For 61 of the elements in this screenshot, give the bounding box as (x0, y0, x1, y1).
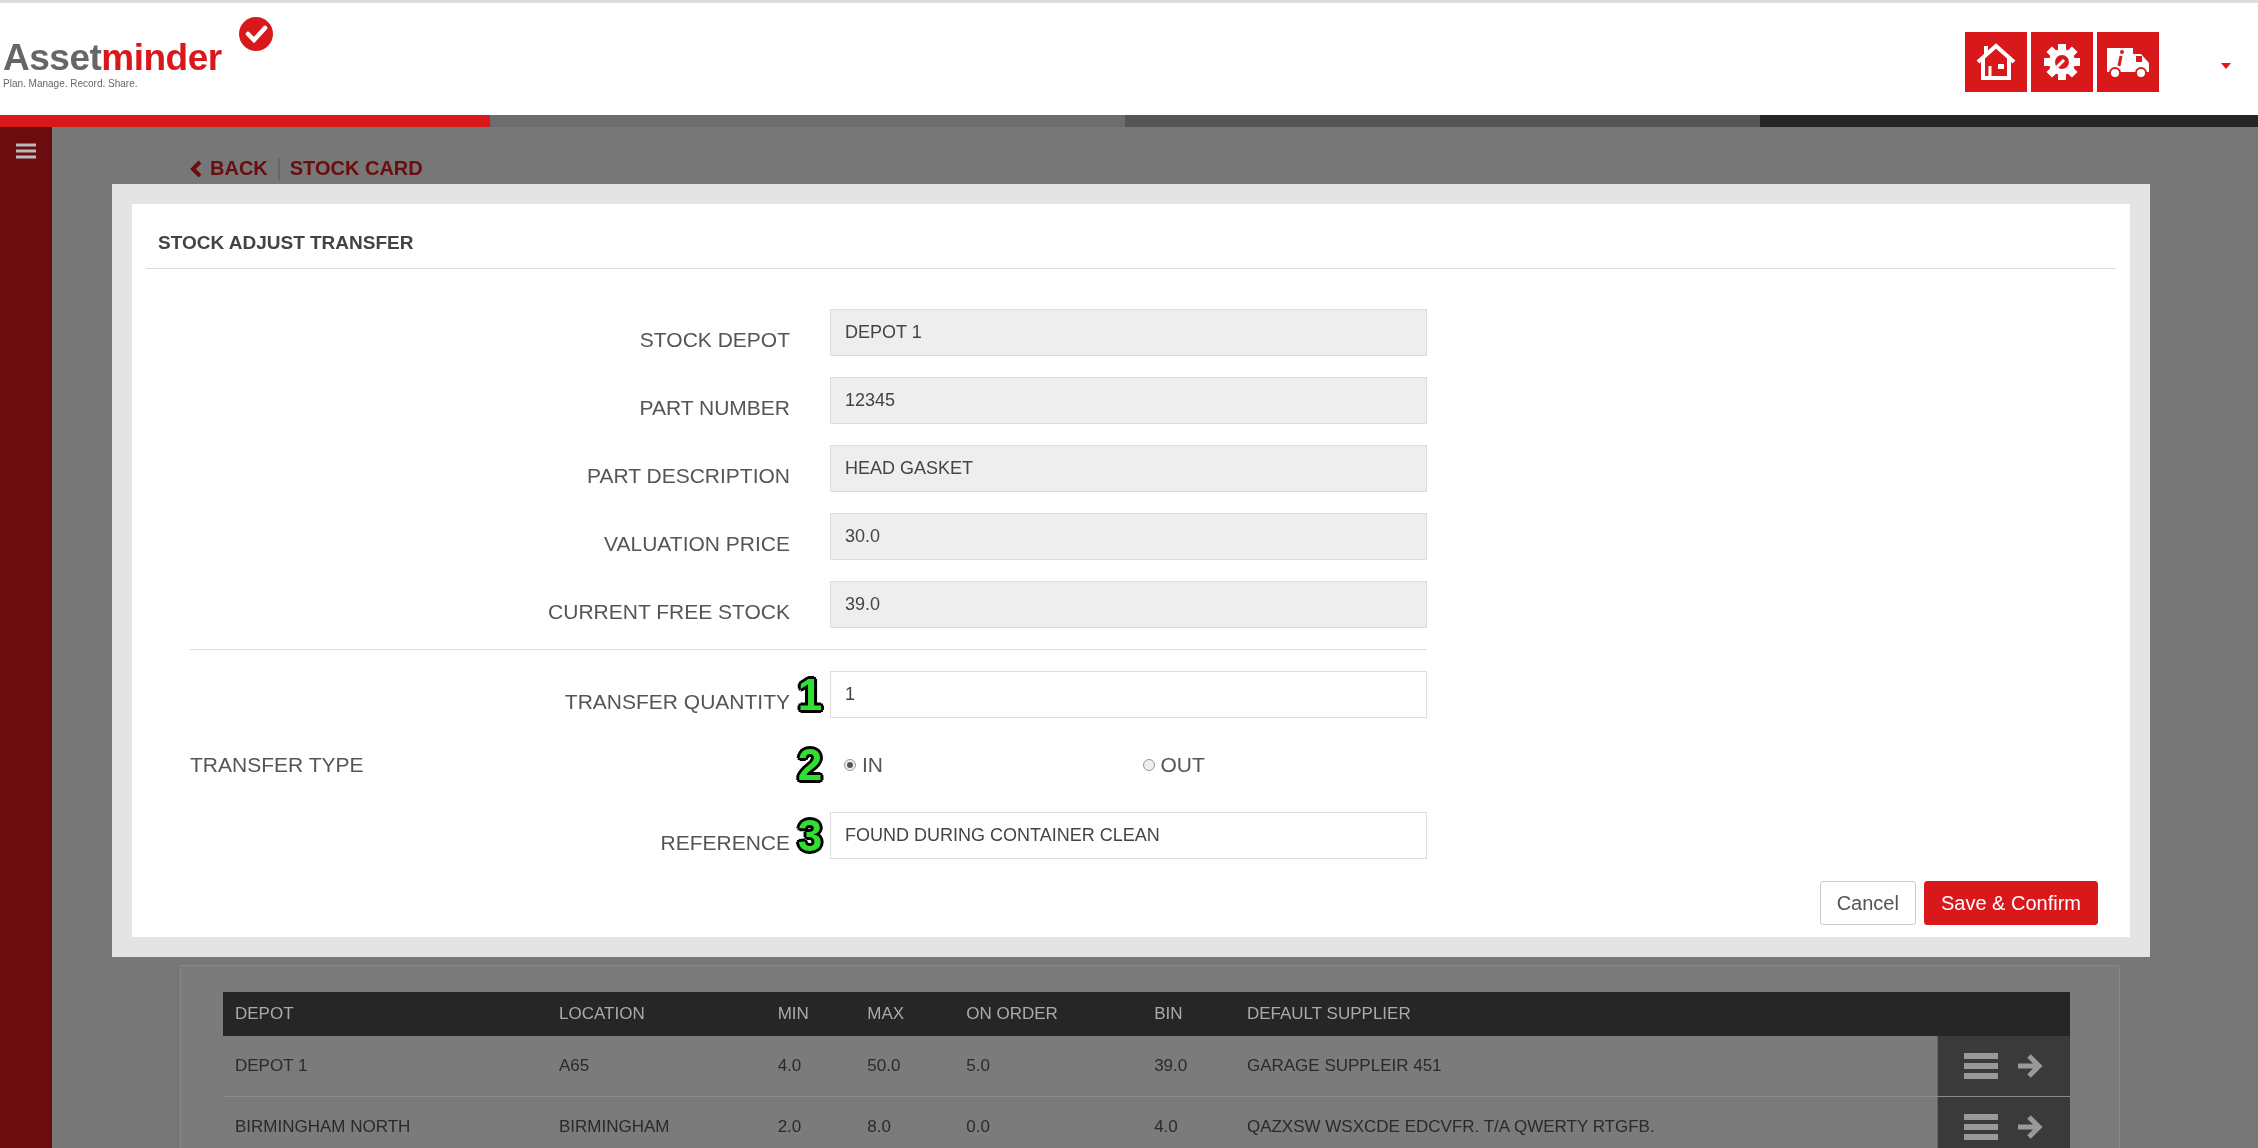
table-cell: 2.0 (765, 1096, 856, 1148)
number-marker: 2 (797, 743, 823, 787)
table-cell: 50.0 (855, 1036, 955, 1097)
house-icon (1974, 42, 2018, 82)
radio-label: OUT (1160, 753, 1205, 777)
radio-label: IN (862, 753, 883, 777)
field-label: CURRENT FREE STOCK (547, 598, 790, 624)
column-header: MIN (765, 992, 856, 1036)
column-header: LOCATION (547, 992, 766, 1036)
table-cell: 39.0 (1142, 1036, 1235, 1097)
truck-button[interactable] (2097, 32, 2159, 92)
arrow-right-icon[interactable] (2016, 1053, 2044, 1079)
save-button[interactable]: Save & Confirm (1923, 881, 2098, 925)
field-label: STOCK DEPOT (638, 326, 790, 352)
column-header: DEFAULT SUPPLIER (1234, 992, 1938, 1036)
arrow-right-icon[interactable] (2016, 1114, 2044, 1140)
readonly-field: 39.0 (830, 581, 1427, 628)
table-cell: BIRMINGHAM (547, 1096, 766, 1148)
settings-button[interactable] (2031, 32, 2093, 92)
chevron-left-icon (190, 159, 202, 178)
menu-icon[interactable] (16, 143, 36, 159)
column-header: ON ORDER (954, 992, 1143, 1036)
input-field[interactable]: FOUND DURING CONTAINER CLEAN (830, 812, 1427, 859)
modal-title: STOCK ADJUST TRANSFER (146, 204, 2116, 269)
table-cell: 4.0 (765, 1036, 856, 1097)
radio-button[interactable] (1142, 759, 1155, 771)
dropdown-caret-icon[interactable] (2221, 63, 2231, 69)
table-cell: GARAGE SUPPLEIR 451 (1234, 1036, 1938, 1097)
logo-tagline: Plan. Manage. Record. Share. (3, 78, 139, 89)
readonly-field: 12345 (830, 377, 1427, 424)
column-header: DEPOT (223, 992, 548, 1036)
list-icon[interactable] (1964, 1053, 1998, 1079)
table-cell: 8.0 (855, 1096, 955, 1148)
field-label: TRANSFER TYPE (189, 753, 365, 777)
cancel-button[interactable]: Cancel (1819, 881, 1916, 925)
number-marker: 3 (797, 813, 823, 858)
readonly-field: 30.0 (830, 513, 1427, 560)
field-label: REFERENCE (659, 829, 790, 855)
logo-wordmark: Assetminder (3, 39, 222, 76)
home-button[interactable] (1965, 32, 2027, 92)
table-cell: DEPOT 1 (223, 1036, 548, 1097)
page-title: STOCK CARD (289, 157, 423, 180)
gear-icon (2042, 42, 2082, 82)
radio-button[interactable] (844, 759, 856, 771)
input-field[interactable]: 1 (830, 671, 1427, 718)
table-cell: 4.0 (1142, 1096, 1235, 1148)
field-label: PART NUMBER (638, 394, 790, 420)
readonly-field: HEAD GASKET (830, 445, 1427, 492)
list-icon[interactable] (1964, 1114, 1998, 1140)
table-cell: BIRMINGHAM NORTH (223, 1096, 548, 1148)
table-cell: A65 (547, 1036, 766, 1097)
column-header: MAX (855, 992, 955, 1036)
table-cell: 0.0 (954, 1096, 1143, 1148)
table-cell: 5.0 (954, 1036, 1143, 1097)
field-label: VALUATION PRICE (603, 530, 790, 556)
field-label: PART DESCRIPTION (585, 462, 790, 488)
readonly-field: DEPOT 1 (830, 309, 1427, 356)
number-marker: 1 (797, 672, 823, 717)
column-header: BIN (1142, 992, 1235, 1036)
field-label: TRANSFER QUANTITY (563, 688, 790, 714)
checkmark-icon (239, 17, 273, 51)
